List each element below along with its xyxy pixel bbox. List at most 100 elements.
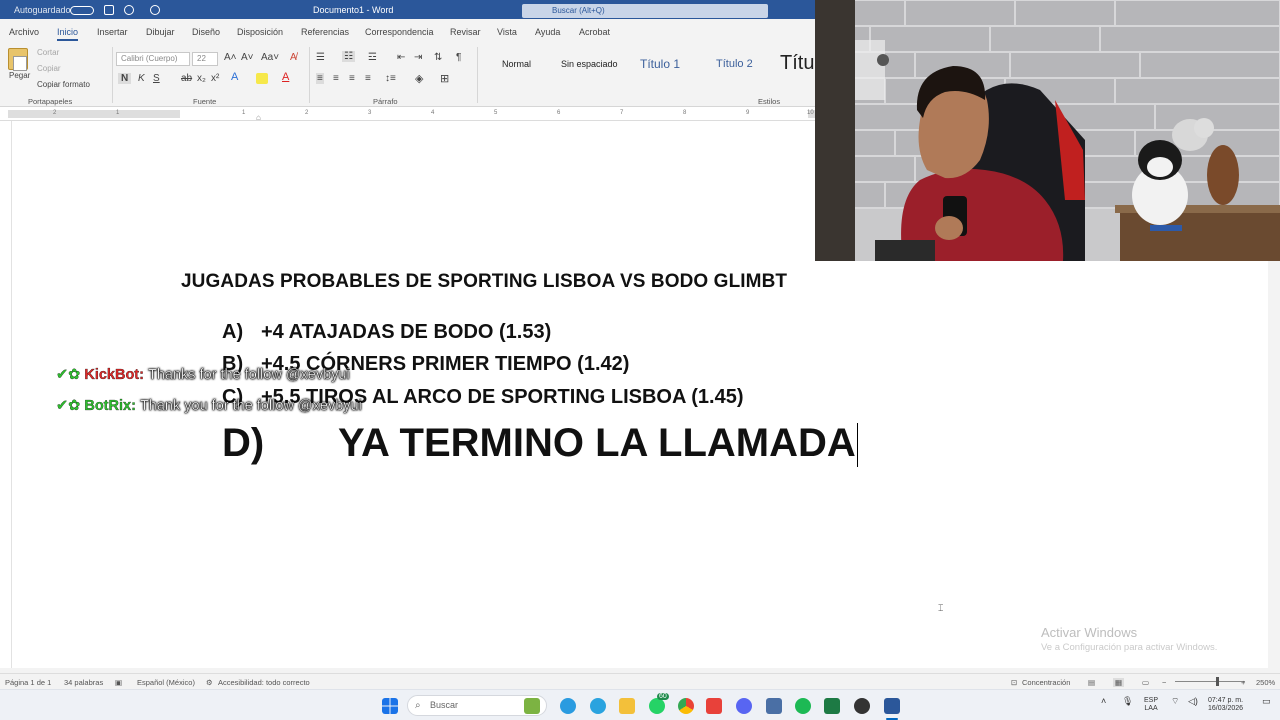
file-explorer-icon[interactable] [619, 698, 635, 714]
shrink-font-icon[interactable]: A˅ [241, 52, 254, 63]
ruler-number: 9 [746, 110, 750, 116]
ribbon-separator [477, 47, 478, 103]
tab-ayuda[interactable]: Ayuda [535, 27, 560, 37]
zoom-in-icon[interactable]: + [1241, 678, 1245, 687]
change-case-icon[interactable]: Aa˅ [261, 52, 279, 63]
tab-insertar[interactable]: Insertar [97, 27, 128, 37]
vertical-ruler[interactable] [0, 121, 12, 668]
discord-icon[interactable] [736, 698, 752, 714]
tab-dibujar[interactable]: Dibujar [146, 27, 175, 37]
spotify-icon[interactable] [795, 698, 811, 714]
whatsapp-icon[interactable] [649, 698, 665, 714]
horizontal-ruler[interactable]: 2 1 1 2 3 4 5 6 7 8 9 10 ⌂ [0, 107, 816, 122]
font-size-dropdown[interactable]: 22 [192, 52, 218, 66]
edge-browser-icon[interactable] [560, 698, 576, 714]
tab-acrobat[interactable]: Acrobat [579, 27, 610, 37]
style-title[interactable]: Títu [780, 52, 814, 75]
chrome-icon[interactable] [678, 698, 694, 714]
style-no-spacing[interactable]: Sin espaciado [561, 59, 618, 69]
highlight-color-icon[interactable] [256, 73, 268, 84]
redo-icon[interactable] [150, 5, 160, 15]
zoom-level[interactable]: 250% [1256, 678, 1275, 687]
copy-button[interactable]: Copiar [37, 64, 61, 73]
notifications-icon[interactable]: ▭ [1262, 697, 1271, 706]
style-heading-1[interactable]: Título 1 [640, 57, 680, 71]
align-center-icon[interactable]: ≡ [333, 73, 339, 84]
volume-icon[interactable]: ◁) [1188, 697, 1198, 706]
italic-button[interactable]: K [138, 73, 145, 84]
tab-referencias[interactable]: Referencias [301, 27, 349, 37]
subscript-icon[interactable]: x₂ [197, 73, 206, 84]
language-indicator[interactable]: ESP LAA [1144, 697, 1158, 713]
multilevel-list-icon[interactable]: ☲ [368, 52, 377, 63]
widgets-icon[interactable] [524, 698, 540, 714]
list-item-text: YA TERMINO LA LLAMADA [338, 421, 856, 465]
accessibility-icon[interactable]: ⚙ [206, 678, 213, 687]
obs-icon[interactable] [854, 698, 870, 714]
word-count[interactable]: 34 palabras [64, 678, 103, 687]
word-icon[interactable] [884, 698, 900, 714]
undo-icon[interactable] [124, 5, 134, 15]
web-layout-icon[interactable]: ▭ [1142, 678, 1149, 687]
cut-button[interactable]: Cortar [37, 48, 59, 57]
chat-overlay-line: ✔✿ KickBot: Thanks for the follow @xevby… [56, 367, 350, 383]
tab-revisar[interactable]: Revisar [450, 27, 481, 37]
tab-disposicion[interactable]: Disposición [237, 27, 283, 37]
language-indicator[interactable]: Español (México) [137, 678, 195, 687]
accessibility-status[interactable]: Accesibilidad: todo correcto [218, 678, 310, 687]
tab-correspondencia[interactable]: Correspondencia [365, 27, 434, 37]
focus-mode-button[interactable]: Concentración [1022, 678, 1070, 687]
clock-date: 16/03/2026 [1208, 705, 1244, 712]
save-icon[interactable] [104, 5, 114, 15]
focus-icon[interactable]: ⊡ [1011, 678, 1017, 687]
superscript-icon[interactable]: x² [211, 73, 219, 84]
clear-format-icon[interactable]: A̸ [290, 52, 297, 63]
grow-font-icon[interactable]: A˄ [224, 52, 237, 63]
tab-archivo[interactable]: Archivo [9, 27, 39, 37]
windows-start-icon[interactable] [382, 698, 398, 714]
sort-icon[interactable]: ⇅ [434, 52, 442, 63]
bold-button[interactable]: N [118, 73, 132, 84]
text-effects-icon[interactable]: A [231, 71, 238, 83]
paste-icon[interactable] [8, 48, 28, 71]
shading-icon[interactable]: ◈ [415, 72, 423, 85]
show-marks-icon[interactable]: ¶ [456, 52, 461, 63]
tab-vista[interactable]: Vista [497, 27, 517, 37]
tab-diseno[interactable]: Diseño [192, 27, 220, 37]
font-name-dropdown[interactable]: Calibri (Cuerpo) [116, 52, 190, 66]
strikethrough-icon[interactable]: ab [181, 73, 192, 84]
borders-icon[interactable]: ⊞ [440, 72, 449, 85]
align-left-icon[interactable]: ≡ [316, 73, 324, 84]
zoom-slider-thumb[interactable] [1216, 677, 1219, 686]
line-spacing-icon[interactable]: ↕≡ [385, 73, 396, 84]
justify-icon[interactable]: ≡ [365, 73, 371, 84]
tab-inicio[interactable]: Inicio [57, 27, 79, 41]
numbering-icon[interactable]: ☷ [342, 51, 355, 62]
read-mode-icon[interactable]: ▤ [1088, 678, 1095, 687]
page-count[interactable]: Página 1 de 1 [5, 678, 51, 687]
font-color-icon[interactable]: A [282, 71, 289, 83]
zoom-out-icon[interactable]: − [1162, 678, 1166, 687]
style-heading-2[interactable]: Título 2 [716, 58, 753, 70]
increase-indent-icon[interactable]: ⇥ [414, 52, 422, 63]
autosave-toggle[interactable] [70, 6, 94, 15]
style-normal[interactable]: Normal [502, 59, 531, 69]
proofing-icon[interactable]: ▣ [115, 678, 122, 687]
align-right-icon[interactable]: ≡ [349, 73, 355, 84]
title-search-box[interactable]: Buscar (Alt+Q) [522, 4, 768, 18]
bullets-icon[interactable]: ☰ [316, 52, 325, 63]
app-icon[interactable] [706, 698, 722, 714]
excel-icon[interactable] [824, 698, 840, 714]
network-icon[interactable]: ⌔ [1171, 697, 1179, 706]
print-layout-icon[interactable]: ▦ [1113, 678, 1125, 687]
microphone-icon[interactable]: 🎙 [1122, 697, 1133, 706]
calculator-icon[interactable] [766, 698, 782, 714]
decrease-indent-icon[interactable]: ⇤ [397, 52, 405, 63]
tray-chevron-icon[interactable]: ˄ [1101, 697, 1106, 706]
clock[interactable]: 07:47 p. m. 16/03/2026 [1208, 697, 1243, 713]
paste-button-label[interactable]: Pegar [9, 71, 30, 80]
telegram-icon[interactable] [590, 698, 606, 714]
format-painter-button[interactable]: Copiar formato [37, 80, 90, 89]
underline-button[interactable]: S [153, 73, 160, 84]
zoom-slider[interactable] [1175, 681, 1245, 682]
